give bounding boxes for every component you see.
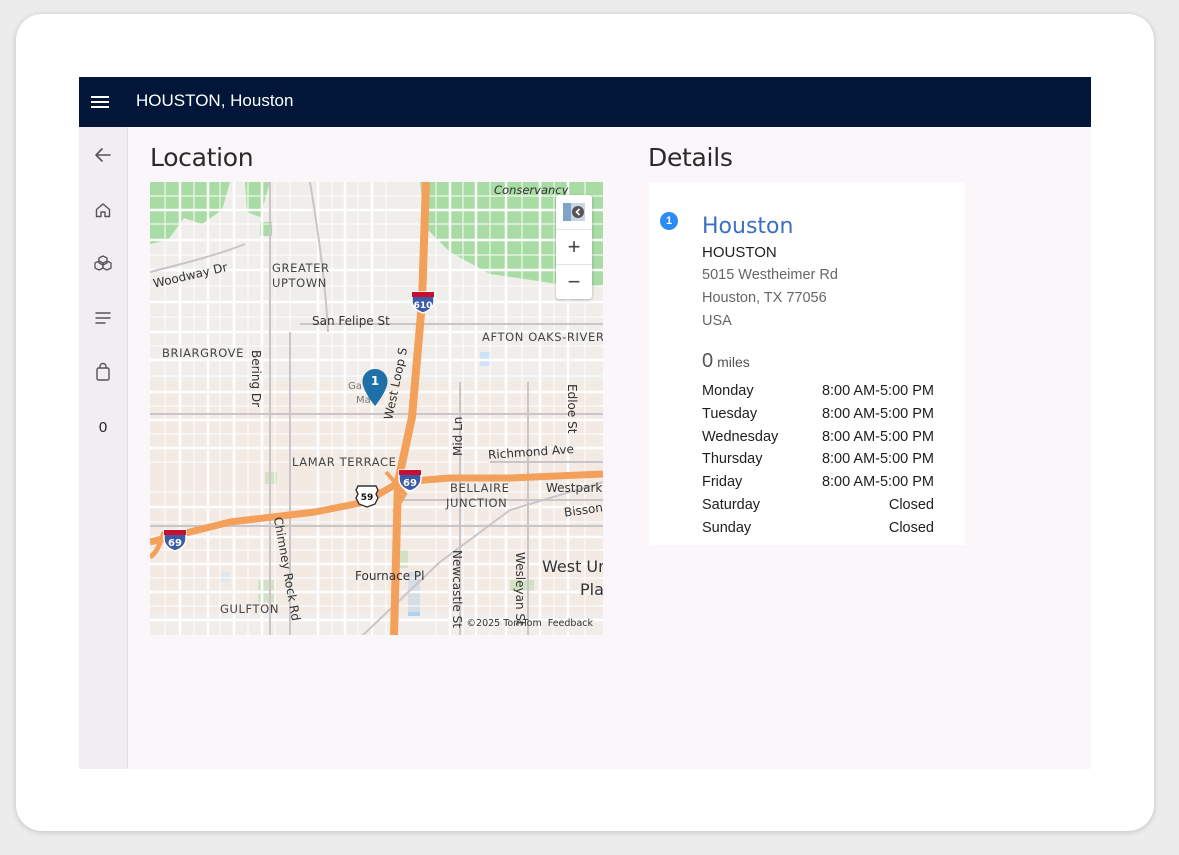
- shield-69b-text: 69: [168, 538, 182, 549]
- map-label-west-u: West Ur: [542, 557, 603, 576]
- map-label-lamar: LAMAR TERRACE: [292, 455, 397, 469]
- map-label-fournace: Fournace Pl: [355, 569, 425, 583]
- map-base: [150, 182, 603, 635]
- home-icon[interactable]: [87, 194, 119, 226]
- map-label-afton: AFTON OAKS-RIVER: [482, 330, 603, 344]
- map-label-greater: GREATER: [272, 261, 330, 275]
- shield-59-text: 59: [361, 493, 374, 503]
- map[interactable]: Conservancy Woodway Dr GREATER UPTOWN Sa…: [150, 182, 603, 635]
- store-name-link[interactable]: Houston: [702, 214, 793, 239]
- hours-row: Tuesday 8:00 AM-5:00 PM: [702, 406, 934, 429]
- map-label-bering: Bering Dr: [249, 350, 263, 408]
- app-title: HOUSTON, Houston: [136, 91, 294, 110]
- hours-row: Monday 8:00 AM-5:00 PM: [702, 383, 934, 406]
- map-controls: + −: [556, 195, 592, 299]
- map-label-san-felipe: San Felipe St: [312, 314, 390, 328]
- nav-rail: 0: [79, 127, 128, 769]
- map-label-wesleyan: Wesleyan St: [513, 552, 527, 626]
- shield-610-text: 610: [414, 301, 433, 311]
- hours-row: Saturday Closed: [702, 497, 934, 520]
- hours-time: 8:00 AM-5:00 PM: [821, 428, 934, 445]
- store-details-card: 1 Houston HOUSTON 5015 Westheimer Rd Hou…: [649, 182, 965, 545]
- hours-row: Friday 8:00 AM-5:00 PM: [702, 474, 934, 497]
- hours-time: 8:00 AM-5:00 PM: [821, 474, 934, 491]
- hours-day: Tuesday: [702, 405, 758, 422]
- map-label-westpark: Westpark: [546, 481, 603, 495]
- store-code: HOUSTON: [702, 244, 777, 261]
- store-hours: Monday 8:00 AM-5:00 PM Tuesday 8:00 AM-5:0…: [702, 383, 934, 543]
- zoom-in-button[interactable]: +: [556, 229, 592, 264]
- distance: 0 miles: [702, 350, 750, 373]
- map-attribution: ©2025 TomTom Feedback: [461, 618, 593, 629]
- hours-row: Thursday 8:00 AM-5:00 PM: [702, 451, 934, 474]
- hamburger-menu-icon[interactable]: [91, 93, 109, 111]
- map-label-bellaire: BELLAIRE: [450, 481, 510, 495]
- list-icon[interactable]: [87, 302, 119, 334]
- products-icon[interactable]: [87, 248, 119, 280]
- hours-day: Sunday: [702, 519, 752, 536]
- map-label-mid-ln: Mid Ln: [451, 416, 465, 456]
- hours-day: Monday: [702, 383, 754, 399]
- hours-row: Wednesday 8:00 AM-5:00 PM: [702, 429, 934, 452]
- cart-count[interactable]: 0: [87, 411, 119, 443]
- hours-time: 8:00 AM-5:00 PM: [821, 451, 934, 468]
- address-line-1: 5015 Westheimer Rd: [702, 267, 838, 283]
- map-label-edloe: Edloe St: [565, 384, 579, 434]
- details-title: Details: [648, 143, 733, 172]
- map-label-newcastle: Newcastle St: [450, 550, 464, 628]
- map-label-uptown: UPTOWN: [272, 276, 328, 290]
- bag-icon[interactable]: [87, 356, 119, 388]
- hours-time: 8:00 AM-5:00 PM: [821, 405, 934, 422]
- map-label-galleria: Ga: [348, 381, 362, 392]
- interstate-69-shield-icon: 69: [397, 468, 423, 492]
- map-feedback-link[interactable]: Feedback: [548, 618, 593, 629]
- hours-time: Closed: [888, 519, 934, 536]
- store-number-badge: 1: [660, 212, 678, 230]
- top-bar: HOUSTON, Houston: [79, 77, 1091, 127]
- distance-unit: miles: [717, 354, 750, 370]
- hours-time: Closed: [888, 496, 934, 513]
- location-title: Location: [150, 143, 254, 172]
- shield-69-text: 69: [403, 478, 417, 489]
- map-style-toggle-icon[interactable]: [556, 195, 592, 229]
- us-59-shield-icon: 59: [354, 484, 380, 508]
- address-line-3: USA: [702, 313, 732, 329]
- hours-row: Sunday Closed: [702, 520, 934, 543]
- distance-value: 0: [702, 350, 714, 372]
- app-window: HOUSTON, Houston 0 Location Details Cons…: [79, 77, 1091, 769]
- map-label-pla: Pla: [580, 580, 603, 599]
- map-label-junction: JUNCTION: [446, 496, 508, 510]
- map-copyright: ©2025 TomTom: [466, 618, 542, 629]
- map-pin-icon[interactable]: 1: [361, 368, 389, 408]
- interstate-610-shield-icon: 610: [410, 290, 436, 314]
- hours-day: Wednesday: [702, 428, 779, 445]
- hours-day: Thursday: [702, 451, 763, 468]
- pin-number: 1: [371, 374, 379, 388]
- zoom-out-button[interactable]: −: [556, 264, 592, 299]
- interstate-69-shield-icon: 69: [162, 528, 188, 552]
- map-label-gulfton: GULFTON: [220, 602, 280, 616]
- map-label-briargrove: BRIARGROVE: [162, 346, 245, 360]
- hours-time: 8:00 AM-5:00 PM: [821, 383, 934, 399]
- hours-day: Friday: [702, 474, 743, 491]
- hours-day: Saturday: [702, 496, 761, 513]
- back-arrow-icon[interactable]: [87, 139, 119, 171]
- address-line-2: Houston, TX 77056: [702, 290, 827, 306]
